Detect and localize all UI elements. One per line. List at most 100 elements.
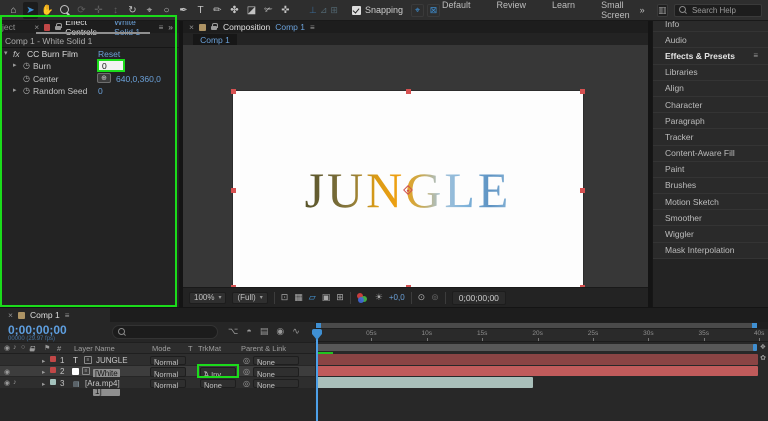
panel-menu-icon[interactable]: ≡: [753, 51, 758, 60]
work-area-end-handle[interactable]: [753, 344, 757, 351]
scrollbar-handle-right[interactable]: [752, 323, 757, 328]
solo-icon[interactable]: ○: [21, 344, 25, 351]
param-row-center[interactable]: ◷ Center ⊕ 640,0,360,0: [0, 74, 179, 84]
twirl-closed-icon[interactable]: ▸: [42, 380, 45, 388]
exposure-icon[interactable]: ☀: [375, 292, 383, 303]
stopwatch-icon[interactable]: ◷: [23, 61, 30, 70]
lock-icon[interactable]: [55, 23, 61, 31]
twirl-closed-icon[interactable]: ▸: [13, 61, 17, 69]
clone-stamp-tool[interactable]: ✤: [227, 2, 242, 19]
dolly-camera-tool[interactable]: ↕: [108, 2, 123, 19]
pickwhip-icon[interactable]: ◎: [243, 367, 250, 376]
eye-icon[interactable]: ◉: [4, 368, 10, 376]
panel-paint[interactable]: Paint: [653, 162, 768, 178]
selection-handle-top-right[interactable]: [580, 89, 585, 94]
pickwhip-icon[interactable]: ◎: [243, 379, 250, 388]
workspace-learn[interactable]: Learn: [552, 0, 575, 20]
panel-mask-interpolation[interactable]: Mask Interpolation: [653, 243, 768, 259]
panel-brushes[interactable]: Brushes: [653, 178, 768, 194]
panel-smoother[interactable]: Smoother: [653, 210, 768, 226]
scrollbar-handle-left[interactable]: [316, 323, 321, 328]
layer-color-chip[interactable]: [50, 356, 56, 362]
scrollbar-thumb[interactable]: [316, 323, 757, 328]
selection-handle-mid-right[interactable]: [580, 188, 585, 193]
timeline-tab[interactable]: × Comp 1 ≡: [0, 308, 110, 322]
duration-bar-jungle[interactable]: [316, 354, 758, 365]
transparency-grid-icon[interactable]: ▦: [294, 292, 303, 303]
composition-pasteboard[interactable]: JUNGLE: [183, 45, 648, 287]
snapping-toggle[interactable]: Snapping: [352, 5, 403, 15]
show-snapshot-icon[interactable]: ⊚: [431, 292, 439, 303]
help-search-input[interactable]: Search Help: [674, 4, 762, 17]
parent-link-dropdown[interactable]: None ▾: [253, 367, 299, 377]
panel-wiggler[interactable]: Wiggler: [653, 226, 768, 242]
local-axis-mode[interactable]: ⊥: [309, 5, 317, 16]
panel-effects-presets[interactable]: Effects & Presets≡: [653, 48, 768, 64]
tab-overflow-icon[interactable]: »: [168, 22, 173, 32]
show-channel-icon[interactable]: [357, 293, 369, 303]
work-area-bar[interactable]: [316, 344, 757, 351]
eye-icon[interactable]: ◉: [4, 379, 10, 387]
trkmat-dropdown[interactable]: None ▾: [200, 379, 236, 389]
layer-color-chip[interactable]: [50, 379, 56, 385]
zoom-tool[interactable]: [57, 2, 72, 19]
label-flag-icon[interactable]: ⚑: [44, 344, 50, 352]
blend-mode-dropdown[interactable]: Normal ▾: [150, 367, 186, 377]
param-row-random-seed[interactable]: ▸ ◷ Random Seed 0: [0, 86, 179, 96]
layer-name[interactable]: [Ara.mp4]: [85, 379, 120, 388]
layer-name[interactable]: JUNGLE: [96, 356, 128, 365]
eraser-tool[interactable]: ◪: [244, 2, 259, 19]
brush-tool[interactable]: ✏: [210, 2, 225, 19]
duration-bar-white-solid-1[interactable]: [316, 366, 758, 377]
layer-row-jungle[interactable]: ▸ 1 T ≡ JUNGLE Normal ▾ ◎ None ▾: [0, 354, 315, 366]
panel-menu-icon[interactable]: ≡: [159, 23, 164, 32]
comp-button-icon[interactable]: ✿: [760, 354, 766, 362]
point-target-button[interactable]: ⊕: [97, 73, 111, 83]
selection-tool[interactable]: ➤: [23, 2, 38, 19]
panel-character[interactable]: Character: [653, 97, 768, 113]
panel-audio[interactable]: Audio: [653, 32, 768, 48]
roto-brush-tool[interactable]: ✃: [261, 2, 276, 19]
reset-link[interactable]: Reset: [98, 49, 120, 59]
current-time-display[interactable]: 0;00;00;00: [8, 323, 67, 337]
always-preview-icon[interactable]: ⊡: [281, 292, 289, 303]
workspace-overflow-icon[interactable]: »: [640, 5, 645, 15]
orbit-camera-tool[interactable]: ⟳: [74, 2, 89, 19]
graph-editor-icon[interactable]: ∿: [292, 326, 300, 337]
guide-options-icon[interactable]: ⊞: [336, 292, 344, 303]
timeline-search-input[interactable]: [112, 325, 218, 339]
hand-tool[interactable]: ✋: [40, 2, 55, 19]
exposure-value[interactable]: +0,0: [389, 293, 405, 302]
comp-marker-bin-icon[interactable]: ❖: [760, 343, 766, 351]
parent-link-dropdown[interactable]: None ▾: [253, 379, 299, 389]
shape-tool[interactable]: ○: [159, 2, 174, 19]
param-row-burn[interactable]: ▸ ◷ Burn 0: [0, 61, 179, 71]
timeline-track-area[interactable]: 0s05s10s15s20s25s30s35s40s ❖✿: [315, 322, 768, 421]
pickwhip-icon[interactable]: ◎: [243, 356, 250, 365]
stopwatch-icon[interactable]: ◷: [23, 86, 30, 95]
center-value[interactable]: 640,0,360,0: [116, 74, 161, 84]
shy-icon[interactable]: ◓: [246, 326, 251, 337]
twirl-open-icon[interactable]: ▾: [4, 49, 8, 57]
puppet-pin-tool[interactable]: ✜: [278, 2, 293, 19]
mask-visibility-icon[interactable]: ▱: [309, 292, 316, 303]
frame-blending-icon[interactable]: ▤: [260, 326, 269, 337]
composition-canvas[interactable]: JUNGLE: [233, 91, 583, 288]
close-icon[interactable]: ×: [8, 310, 13, 320]
lock-icon[interactable]: [211, 23, 218, 31]
selection-handle-mid-left[interactable]: [231, 188, 236, 193]
pan-camera-tool[interactable]: ✛: [91, 2, 106, 19]
view-axis-mode[interactable]: ⊞: [330, 5, 338, 16]
layer-row-white-solid[interactable]: ◉ ▸ 2 ≡ [White Solid 1] Normal ▾ A.Inv ▾…: [0, 366, 315, 378]
panel-content-aware-fill[interactable]: Content-Aware Fill: [653, 146, 768, 162]
workspace-review[interactable]: Review: [497, 0, 527, 20]
resolution-dropdown[interactable]: (Full) ▾: [232, 292, 267, 304]
type-tool[interactable]: T: [193, 2, 208, 19]
random-seed-value[interactable]: 0: [98, 86, 103, 96]
blend-mode-dropdown[interactable]: Normal ▾: [150, 379, 186, 389]
playhead-line[interactable]: [316, 329, 318, 421]
burn-value-input[interactable]: 0: [97, 59, 125, 72]
blend-mode-dropdown[interactable]: Normal ▾: [150, 356, 186, 366]
world-axis-mode[interactable]: ⊿: [320, 5, 328, 16]
twirl-closed-icon[interactable]: ▸: [13, 86, 17, 94]
